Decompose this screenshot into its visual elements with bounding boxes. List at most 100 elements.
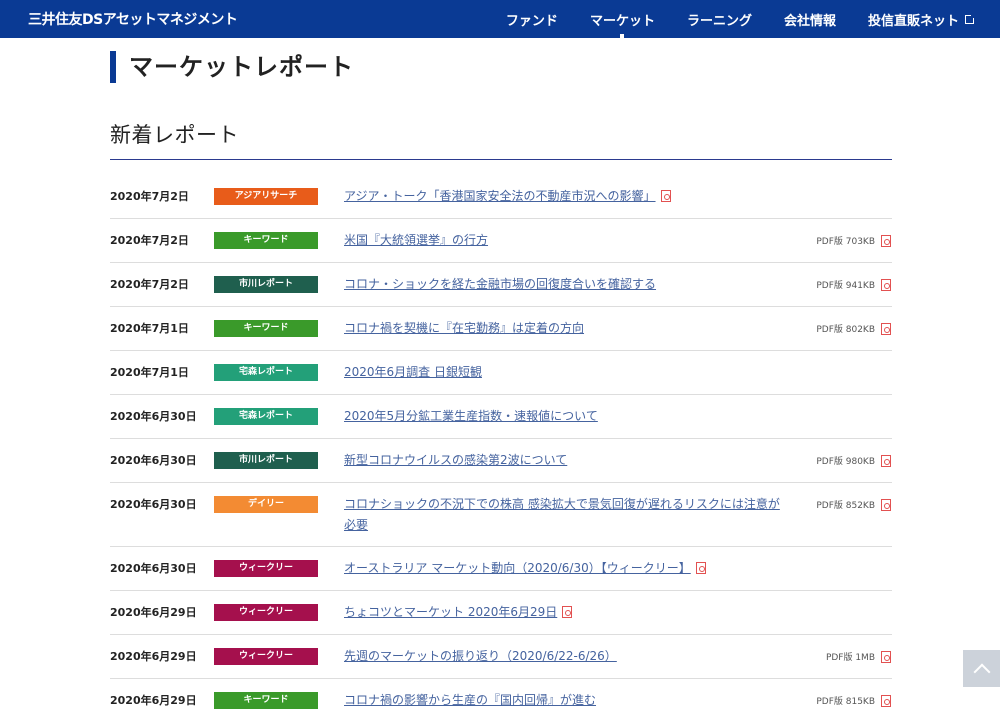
- category-badge: キーワード: [214, 232, 318, 249]
- report-row: 2020年7月2日 キーワード 米国『大統領選挙』の行方 PDF版 703KB: [110, 219, 892, 263]
- report-date: 2020年6月30日: [110, 454, 197, 467]
- report-date: 2020年6月30日: [110, 410, 197, 423]
- pdf-download-link[interactable]: PDF版 852KB: [816, 494, 892, 515]
- nav-direct-sales[interactable]: 投信直販ネット: [867, 0, 976, 38]
- report-title-cell: 2020年6月調査 日銀短観: [344, 362, 784, 383]
- pdf-icon[interactable]: [695, 562, 706, 574]
- category-badge: アジアリサーチ: [214, 188, 318, 205]
- report-date: 2020年7月2日: [110, 278, 189, 291]
- report-row: 2020年6月30日 宅森レポート 2020年5月分鉱工業生産指数・速報値について: [110, 395, 892, 439]
- report-date: 2020年7月2日: [110, 234, 189, 247]
- report-date: 2020年7月1日: [110, 366, 189, 379]
- category-badge: 市川レポート: [214, 276, 318, 293]
- category-badge: デイリー: [214, 496, 318, 513]
- report-title-link[interactable]: アジア・トーク「香港国家安全法の不動産市況への影響」: [344, 189, 656, 203]
- section-title: 新着レポート: [110, 119, 892, 160]
- main-content: マーケットレポート 新着レポート 2020年7月2日 アジアリサーチ アジア・トーク…: [110, 51, 892, 709]
- report-title-link[interactable]: コロナ禍の影響から生産の『国内回帰』が進む: [344, 693, 596, 707]
- category-badge: ウィークリー: [214, 648, 318, 665]
- nav-company[interactable]: 会社情報: [784, 0, 836, 38]
- report-title-link[interactable]: 新型コロナウイルスの感染第2波について: [344, 453, 567, 467]
- page-title: マーケットレポート: [110, 51, 892, 83]
- pdf-download-link[interactable]: PDF版 1MB: [826, 646, 892, 667]
- pdf-download-link[interactable]: PDF版 815KB: [816, 690, 892, 709]
- report-title-cell: コロナ禍の影響から生産の『国内回帰』が進む: [344, 690, 784, 709]
- report-title-cell: 米国『大統領選挙』の行方: [344, 230, 784, 251]
- report-date: 2020年7月2日: [110, 190, 189, 203]
- pdf-size-label: PDF版 980KB: [816, 457, 875, 467]
- scroll-to-top-button[interactable]: [963, 650, 1000, 687]
- report-row: 2020年7月2日 市川レポート コロナ・ショックを経た金融市場の回復度合いを確認す…: [110, 263, 892, 307]
- pdf-size-label: PDF版 815KB: [816, 697, 875, 707]
- category-badge: 宅森レポート: [214, 364, 318, 381]
- global-nav: ファンド マーケット ラーニング 会社情報 投信直販ネット: [474, 0, 976, 38]
- pdf-size-label: PDF版 1MB: [825, 653, 875, 663]
- site-logo[interactable]: 三井住友DSアセットマネジメント: [28, 9, 238, 29]
- report-title-link[interactable]: コロナ禍を契機に『在宅勤務』は定着の方向: [344, 321, 584, 335]
- nav-market[interactable]: マーケット: [590, 0, 655, 38]
- report-row: 2020年6月30日 デイリー コロナショックの不況下での株高 感染拡大で景気回復が…: [110, 483, 892, 547]
- pdf-icon: [881, 498, 891, 511]
- report-title-link[interactable]: ちょコツとマーケット 2020年6月29日: [344, 605, 557, 619]
- category-badge: キーワード: [214, 320, 318, 337]
- report-title-link[interactable]: オーストラリア マーケット動向（2020/6/30）【ウィークリー】: [344, 561, 691, 575]
- report-title-cell: コロナ・ショックを経た金融市場の回復度合いを確認する: [344, 274, 784, 295]
- pdf-icon[interactable]: [660, 190, 671, 202]
- pdf-icon: [881, 694, 891, 707]
- report-title-cell: オーストラリア マーケット動向（2020/6/30）【ウィークリー】: [344, 558, 784, 579]
- report-row: 2020年6月30日 市川レポート 新型コロナウイルスの感染第2波について PDF版 …: [110, 439, 892, 483]
- pdf-icon: [881, 650, 891, 663]
- nav-learning[interactable]: ラーニング: [687, 0, 752, 38]
- report-title-link[interactable]: 先週のマーケットの振り返り（2020/6/22-6/26）: [344, 649, 617, 663]
- pdf-size-label: PDF版 802KB: [816, 325, 875, 335]
- report-row: 2020年7月1日 キーワード コロナ禍を契機に『在宅勤務』は定着の方向 PDF版 8…: [110, 307, 892, 351]
- pdf-icon[interactable]: [562, 606, 573, 618]
- report-row: 2020年6月30日 ウィークリー オーストラリア マーケット動向（2020/6/3…: [110, 547, 892, 591]
- category-badge: キーワード: [214, 692, 318, 709]
- report-date: 2020年6月30日: [110, 562, 197, 575]
- category-badge: 市川レポート: [214, 452, 318, 469]
- report-title-cell: 先週のマーケットの振り返り（2020/6/22-6/26）: [344, 646, 784, 667]
- pdf-size-label: PDF版 852KB: [816, 501, 875, 511]
- category-badge: ウィークリー: [214, 604, 318, 621]
- report-row: 2020年6月29日 ウィークリー 先週のマーケットの振り返り（2020/6/22-…: [110, 635, 892, 679]
- pdf-icon: [881, 234, 891, 247]
- pdf-size-label: PDF版 941KB: [816, 281, 875, 291]
- nav-direct-sales-label: 投信直販ネット: [867, 13, 959, 29]
- report-title-cell: コロナショックの不況下での株高 感染拡大で景気回復が遅れるリスクには注意が必要: [344, 494, 784, 536]
- report-title-cell: アジア・トーク「香港国家安全法の不動産市況への影響」: [344, 186, 784, 207]
- pdf-download-link[interactable]: PDF版 980KB: [816, 450, 892, 471]
- pdf-download-link[interactable]: PDF版 941KB: [816, 274, 892, 295]
- report-row: 2020年7月2日 アジアリサーチ アジア・トーク「香港国家安全法の不動産市況への影…: [110, 175, 892, 219]
- pdf-icon: [881, 278, 891, 291]
- report-title-cell: ちょコツとマーケット 2020年6月29日: [344, 602, 784, 623]
- category-badge: ウィークリー: [214, 560, 318, 577]
- pdf-download-link[interactable]: PDF版 703KB: [816, 230, 892, 251]
- report-title-link[interactable]: 米国『大統領選挙』の行方: [344, 233, 488, 247]
- nav-fund[interactable]: ファンド: [506, 0, 558, 38]
- category-badge: 宅森レポート: [214, 408, 318, 425]
- report-date: 2020年7月1日: [110, 322, 189, 335]
- pdf-size-label: PDF版 703KB: [816, 237, 875, 247]
- report-title-link[interactable]: コロナショックの不況下での株高 感染拡大で景気回復が遅れるリスクには注意が必要: [344, 497, 780, 532]
- report-title-cell: 新型コロナウイルスの感染第2波について: [344, 450, 784, 471]
- report-row: 2020年6月29日 ウィークリー ちょコツとマーケット 2020年6月29日: [110, 591, 892, 635]
- external-link-icon: [965, 12, 976, 24]
- report-row: 2020年7月1日 宅森レポート 2020年6月調査 日銀短観: [110, 351, 892, 395]
- report-title-cell: 2020年5月分鉱工業生産指数・速報値について: [344, 406, 784, 427]
- site-header: 三井住友DSアセットマネジメント ファンド マーケット ラーニング 会社情報 投…: [0, 0, 1000, 38]
- pdf-download-link[interactable]: PDF版 802KB: [816, 318, 892, 339]
- report-date: 2020年6月29日: [110, 694, 197, 707]
- report-title-link[interactable]: 2020年5月分鉱工業生産指数・速報値について: [344, 409, 598, 423]
- pdf-icon: [881, 454, 891, 467]
- pdf-icon: [881, 322, 891, 335]
- chevron-up-icon: [973, 663, 990, 680]
- report-title-link[interactable]: 2020年6月調査 日銀短観: [344, 365, 482, 379]
- report-title-link[interactable]: コロナ・ショックを経た金融市場の回復度合いを確認する: [344, 277, 656, 291]
- report-row: 2020年6月29日 キーワード コロナ禍の影響から生産の『国内回帰』が進む PDF版…: [110, 679, 892, 709]
- report-date: 2020年6月29日: [110, 606, 197, 619]
- report-title-cell: コロナ禍を契機に『在宅勤務』は定着の方向: [344, 318, 784, 339]
- report-date: 2020年6月30日: [110, 498, 197, 511]
- report-list: 2020年7月2日 アジアリサーチ アジア・トーク「香港国家安全法の不動産市況への影…: [110, 175, 892, 709]
- report-date: 2020年6月29日: [110, 650, 197, 663]
